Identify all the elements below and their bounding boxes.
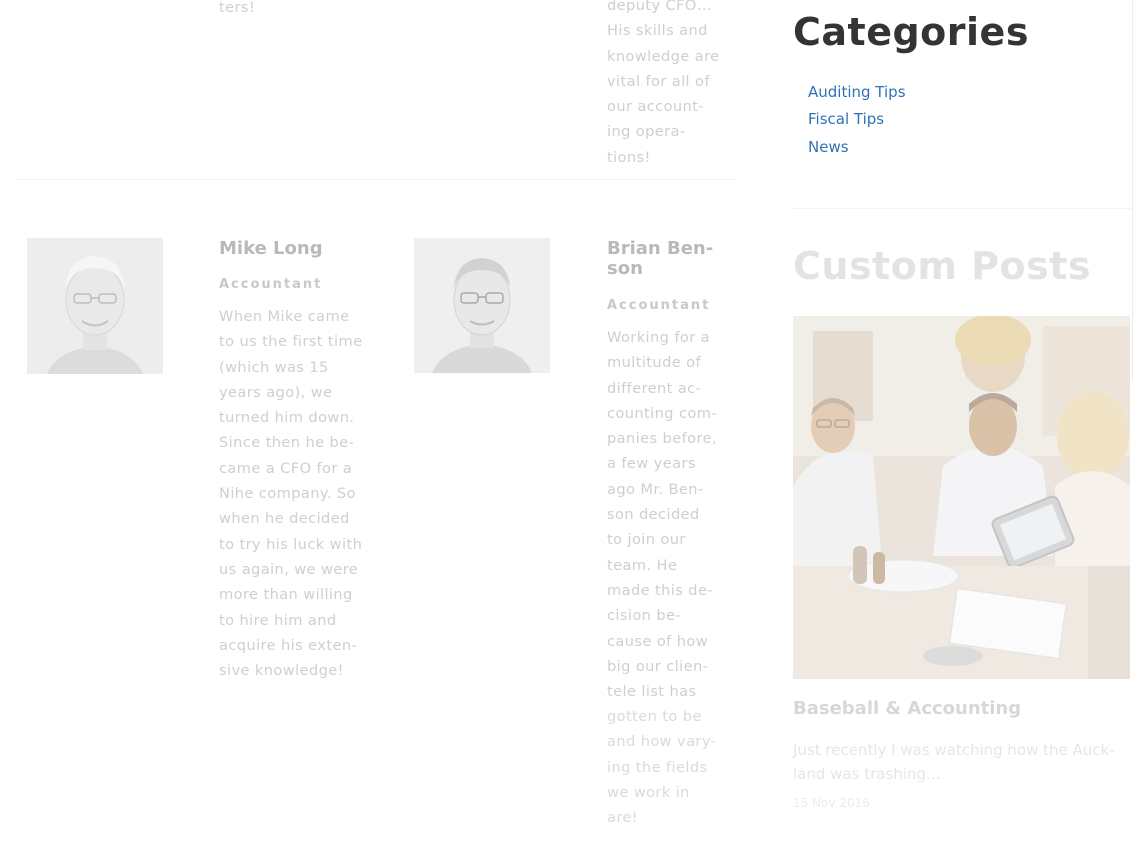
member-bio: When Mike came to us the first time (whi… — [219, 308, 363, 680]
member-role: Accountant — [219, 277, 323, 292]
member-photo-brian-benson — [414, 238, 550, 373]
member-bio: Working for a multitude of different ac-… — [607, 329, 718, 701]
post-thumbnail-image — [793, 316, 1130, 679]
member-name: Mike Long — [219, 238, 323, 259]
row-divider — [15, 179, 737, 180]
category-link-fiscal-tips[interactable]: Fiscal Tips — [808, 107, 906, 134]
category-link-news[interactable]: News — [808, 135, 906, 162]
categories-title: Categories — [793, 10, 1029, 54]
member-bio-fragment: ters! — [219, 0, 256, 16]
team-section: ters! deputy CFO… His skills and knowled… — [0, 0, 740, 858]
widget-divider — [793, 208, 1133, 209]
member-bio-continued: gotten to be and how vary- ing the field… — [607, 708, 717, 827]
portrait-image — [27, 238, 163, 374]
member-role: Accountant — [607, 298, 711, 313]
member-name: Brian Ben- son — [607, 238, 714, 279]
post-thumbnail[interactable] — [793, 316, 1130, 679]
member-bio-fragment: deputy CFO… His skills and knowledge are… — [607, 0, 720, 166]
custom-posts-title: Custom Posts — [793, 244, 1092, 288]
post-date: 15 Nov 2016 — [793, 796, 870, 810]
portrait-image — [414, 238, 550, 373]
categories-list: Auditing Tips Fiscal Tips News — [808, 80, 906, 162]
post-excerpt: Just recently I was watching how the Auc… — [793, 741, 1115, 783]
sidebar: Categories Auditing Tips Fiscal Tips New… — [793, 0, 1133, 858]
post-title-link[interactable]: Baseball & Accounting — [793, 698, 1021, 719]
sidebar-border — [1132, 0, 1133, 380]
category-link-auditing-tips[interactable]: Auditing Tips — [808, 80, 906, 107]
member-photo-mike-long — [27, 238, 163, 374]
